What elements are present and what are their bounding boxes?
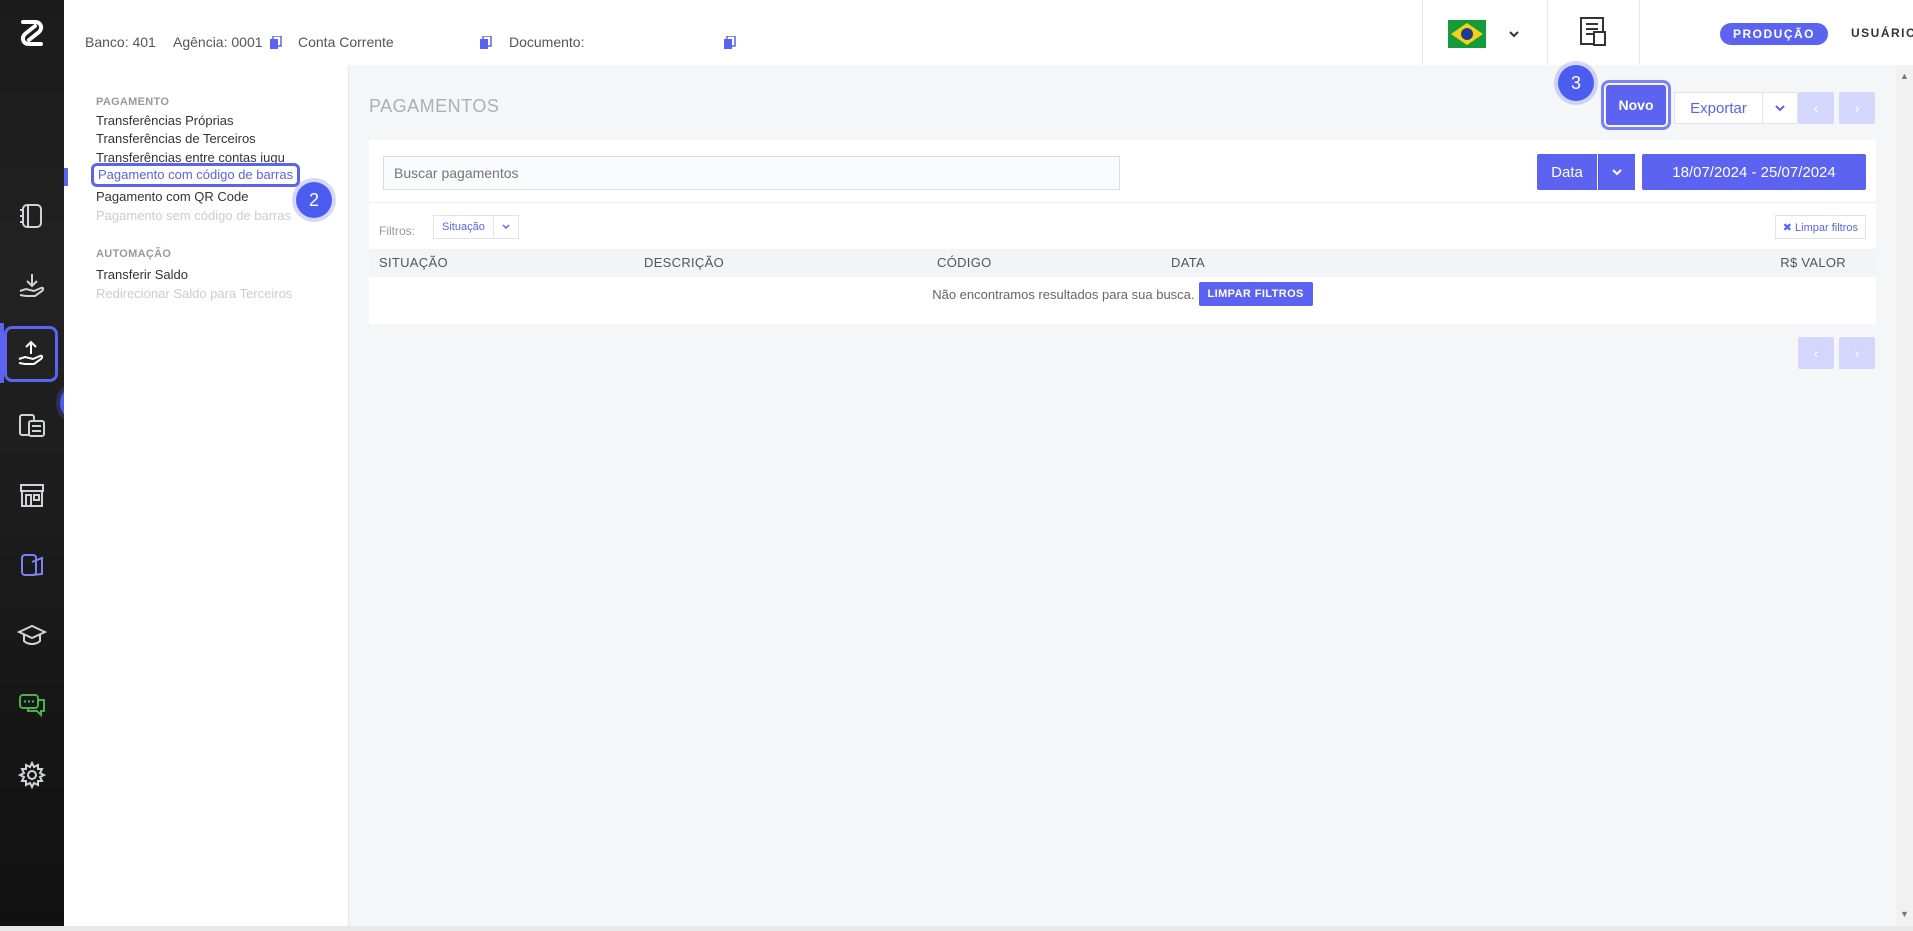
vertical-scrollbar[interactable]: ▲ ▼ (1896, 65, 1913, 926)
column-description[interactable]: DESCRIÇÃO (644, 255, 724, 270)
submenu-item-redirect-balance: Redirecionar Saldo para Terceiros (96, 286, 293, 301)
step-marker-2: 2 (296, 182, 332, 218)
clear-filters-inline-button[interactable]: LIMPAR FILTROS (1198, 282, 1313, 306)
section-heading-automation: AUTOMAÇÃO (96, 248, 172, 260)
prev-page-button-bottom[interactable]: ‹ (1798, 337, 1834, 369)
export-dropdown-button[interactable] (1762, 92, 1798, 124)
bank-number: Banco: 401 (85, 34, 156, 50)
chevron-down-icon (1612, 169, 1622, 176)
calculator-icon[interactable] (4, 397, 60, 453)
user-menu[interactable]: USUÁRIO (1851, 26, 1913, 40)
top-header: Banco: 401 Agência: 0001 Conta Corrente … (64, 0, 1913, 66)
date-filter-button[interactable]: Data (1537, 154, 1597, 190)
column-status[interactable]: SITUAÇÃO (379, 255, 448, 270)
section-heading-payment: PAGAMENTO (96, 96, 170, 108)
header-divider (1422, 0, 1423, 65)
submenu-item-qr-payment[interactable]: Pagamento com QR Code (96, 189, 248, 204)
search-bar: Data 18/07/2024 - 25/07/2024 (369, 140, 1876, 203)
search-input[interactable] (383, 156, 1120, 190)
next-page-button[interactable]: › (1839, 92, 1875, 124)
export-button[interactable]: Exportar (1674, 92, 1762, 124)
new-button[interactable]: Novo (1601, 80, 1671, 130)
environment-badge: PRODUÇÃO (1720, 23, 1829, 45)
filters-label: Filtros: (379, 224, 415, 238)
clear-filters-button[interactable]: ✖ Limpar filtros (1774, 215, 1866, 239)
next-page-button-bottom[interactable]: › (1839, 337, 1875, 369)
page-title: PAGAMENTOS (369, 96, 500, 116)
copy-icon[interactable] (724, 35, 736, 50)
submenu-panel: PAGAMENTO Transferências Próprias Transf… (64, 65, 349, 926)
submenu-item-barcode-payment[interactable]: Pagamento com código de barras (91, 163, 301, 187)
empty-message: Não encontramos resultados para sua busc… (932, 286, 1195, 302)
date-range-button[interactable]: 18/07/2024 - 25/07/2024 (1642, 154, 1866, 190)
step-marker-3: 3 (1558, 65, 1594, 101)
account-type: Conta Corrente (298, 34, 394, 50)
header-divider (1639, 0, 1640, 65)
chevron-down-icon (1775, 105, 1785, 112)
brazil-flag-icon[interactable] (1448, 20, 1486, 48)
scroll-up-icon[interactable]: ▲ (1900, 71, 1909, 81)
chat-icon[interactable] (4, 677, 60, 733)
scroll-down-icon[interactable]: ▼ (1900, 909, 1909, 919)
window-bottom-edge (0, 926, 1913, 931)
submenu-item-own-transfers[interactable]: Transferências Próprias (96, 113, 234, 128)
sidebar (0, 0, 64, 926)
ledger-icon[interactable] (4, 188, 60, 244)
chevron-down-icon[interactable] (492, 216, 518, 238)
main-content: PAGAMENTOS 3 Novo Exportar ‹ › Data 18/0… (349, 65, 1896, 926)
column-code[interactable]: CÓDIGO (937, 255, 992, 270)
statement-icon[interactable] (1577, 14, 1609, 53)
column-date[interactable]: DATA (1171, 255, 1205, 270)
document-label: Documento: (509, 34, 585, 50)
cards-icon[interactable] (4, 537, 60, 593)
store-icon[interactable] (4, 467, 60, 523)
academy-icon[interactable] (4, 607, 60, 663)
agency-number: Agência: 0001 (173, 34, 263, 50)
submenu-active-indicator (64, 168, 68, 186)
submenu-item-third-party-transfers[interactable]: Transferências de Terceiros (96, 131, 256, 146)
prev-page-button[interactable]: ‹ (1798, 92, 1834, 124)
header-divider (1547, 0, 1548, 65)
logo-icon[interactable] (0, 0, 64, 66)
chevron-down-icon[interactable] (1508, 26, 1520, 44)
date-filter-dropdown[interactable] (1598, 154, 1635, 190)
copy-icon[interactable] (480, 35, 492, 50)
empty-results-row: Não encontramos resultados para sua busc… (369, 277, 1876, 311)
payment-icon[interactable] (4, 326, 58, 382)
submenu-item-transfer-balance[interactable]: Transferir Saldo (96, 267, 188, 282)
status-filter-label: Situação (442, 221, 485, 233)
copy-icon[interactable] (270, 35, 282, 50)
submenu-item-no-barcode-payment: Pagamento sem código de barras (96, 208, 292, 223)
table-header: SITUAÇÃO DESCRIÇÃO CÓDIGO DATA R$ VALOR (369, 249, 1876, 277)
results-card: Filtros: Situação ✖ Limpar filtros SITUA… (369, 203, 1876, 324)
receive-icon[interactable] (4, 258, 60, 314)
column-value[interactable]: R$ VALOR (1780, 255, 1846, 270)
status-filter-chip[interactable]: Situação (433, 215, 519, 239)
settings-icon[interactable] (4, 747, 60, 803)
